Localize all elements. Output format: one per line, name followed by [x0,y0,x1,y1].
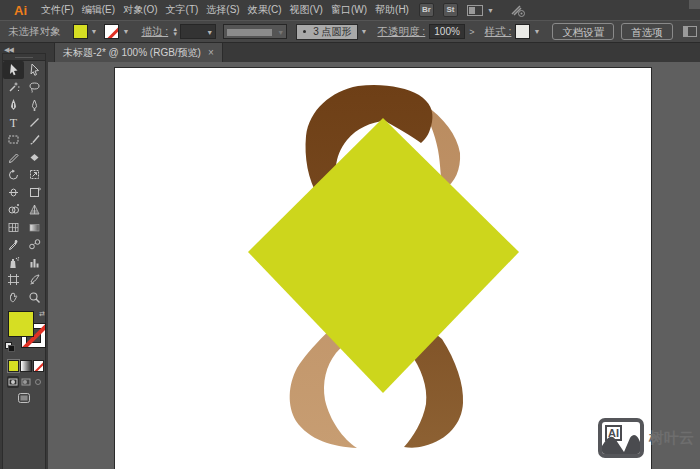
left-dock: ◀◀ T ⇄ [0,43,48,469]
drawing-mode-buttons [7,376,45,388]
style-swatch[interactable] [515,24,530,39]
type-tool[interactable]: T [3,114,24,132]
symbol-sprayer-tool[interactable] [3,254,24,272]
screen-mode-button[interactable] [17,393,31,403]
svg-text:T: T [10,116,18,129]
menu-5[interactable]: 选择(S) [202,0,243,20]
hand-tool[interactable] [3,289,24,307]
menu-7[interactable]: 视图(V) [286,0,327,20]
eraser-tool[interactable] [24,149,45,167]
stroke-weight-combo[interactable]: ▼ [180,24,216,39]
artboard-tool[interactable] [3,271,24,289]
shape-builder-tool[interactable] [3,201,24,219]
pen-tool[interactable] [3,96,24,114]
menu-8[interactable]: 窗口(W) [327,0,371,20]
eyedropper-tool[interactable] [3,236,24,254]
document-setup-button[interactable]: 文档设置 [552,23,614,40]
ai-logo: Ai [14,3,27,18]
ribbon-artwork[interactable] [48,62,700,469]
draw-inside-icon[interactable] [32,376,44,388]
opacity-more-button[interactable]: > [469,27,474,37]
magic-wand-tool[interactable] [3,79,24,97]
color-button[interactable] [8,360,19,372]
lasso-tool[interactable] [24,79,45,97]
style-dropdown-icon[interactable]: ▼ [533,28,540,35]
document-tab[interactable]: 未标题-2* @ 100% (RGB/预览) × [54,43,223,62]
control-panel-icon[interactable] [683,26,697,37]
mesh-tool[interactable] [3,219,24,237]
rectangle-tool[interactable] [3,131,24,149]
direct-selection-tool[interactable] [24,61,45,79]
style-label[interactable]: 样式 : [485,25,512,39]
control-bar: 未选择对象 ▼ ▼ 描边 : ▲▼ ▼ ▼ 3 点圆形 ▼ 不透明度 : 100… [0,20,700,43]
preferences-button[interactable]: 首选项 [621,23,673,40]
tab-bar: 未标题-2* @ 100% (RGB/预览) × [48,43,700,62]
menu-9[interactable]: 帮助(H) [371,0,413,20]
stock-button[interactable]: St [443,3,458,17]
canvas-area[interactable]: AI 树叶云 [48,62,700,469]
stroke-dropdown-icon[interactable]: ▼ [122,28,129,35]
draw-normal-icon[interactable] [7,376,19,388]
opacity-input[interactable]: 100% [429,24,465,39]
blend-tool[interactable] [24,236,45,254]
selection-tool[interactable] [3,61,24,79]
selection-status: 未选择对象 [8,25,61,39]
bridge-button[interactable]: Br [419,3,434,17]
watermark-mountain-icon [602,422,640,454]
line-segment-tool[interactable] [24,114,45,132]
menu-1[interactable]: 文件(F) [37,0,78,20]
paintbrush-tool[interactable] [24,131,45,149]
gradient-button[interactable] [20,360,31,372]
menu-3[interactable]: 对象(O) [119,0,161,20]
draw-behind-icon[interactable] [20,376,32,388]
stroke-weight-stepper[interactable]: ▲▼ [172,27,178,37]
menu-4[interactable]: 文字(T) [162,0,203,20]
brush-dropdown-icon[interactable]: ▼ [361,28,368,35]
perspective-grid-tool[interactable] [24,201,45,219]
watermark: AI 树叶云 [598,418,694,458]
cs-live-icon[interactable] [510,4,526,17]
zoom-tool[interactable] [24,289,45,307]
watermark-brand-text: 树叶云 [649,429,694,448]
tab-close-icon[interactable]: × [208,47,214,58]
fill-dropdown-icon[interactable]: ▼ [91,28,98,35]
swap-fill-stroke-icon[interactable]: ⇄ [39,310,45,318]
color-type-buttons [8,360,45,372]
opacity-label[interactable]: 不透明度 : [377,25,425,39]
width-profile-combo[interactable]: ▼ [223,24,287,39]
panel-grip[interactable] [3,54,45,61]
document-tab-title: 未标题-2* @ 100% (RGB/预览) [63,46,201,60]
menu-2[interactable]: 编辑(E) [78,0,119,20]
watermark-logo-icon: AI [598,418,644,458]
fill-color-swatch[interactable] [73,24,88,39]
menu-6[interactable]: 效果(C) [244,0,286,20]
none-button[interactable] [33,360,44,372]
width-tool[interactable] [3,184,24,202]
slice-tool[interactable] [24,271,45,289]
stroke-weight-label[interactable]: 描边 : [141,25,168,39]
fill-stroke-indicator: ⇄ [3,310,45,356]
fill-indicator[interactable] [8,311,34,337]
menu-bar: Ai 文件(F)编辑(E)对象(O)文字(T)选择(S)效果(C)视图(V)窗口… [0,0,700,20]
brush-name: 3 点圆形 [313,25,351,39]
diamond-shape[interactable] [248,118,519,393]
chevron-down-icon[interactable]: ▼ [487,7,494,14]
free-transform-tool[interactable] [24,184,45,202]
curvature-tool[interactable] [24,96,45,114]
menu-list: 文件(F)编辑(E)对象(O)文字(T)选择(S)效果(C)视图(V)窗口(W)… [37,0,413,20]
tool-panel: T ⇄ [2,53,46,469]
column-graph-tool[interactable] [24,254,45,272]
default-fill-stroke-icon[interactable] [5,342,16,353]
rotate-tool[interactable] [3,166,24,184]
gradient-tool[interactable] [24,219,45,237]
brush-preview-dot [303,30,306,33]
arrange-documents-icon[interactable] [467,5,483,16]
pencil-tool[interactable] [3,149,24,167]
scale-tool[interactable] [24,166,45,184]
stroke-color-swatch[interactable] [104,24,119,39]
window-corner [689,0,700,9]
brush-definition-combo[interactable]: 3 点圆形 [296,24,357,40]
